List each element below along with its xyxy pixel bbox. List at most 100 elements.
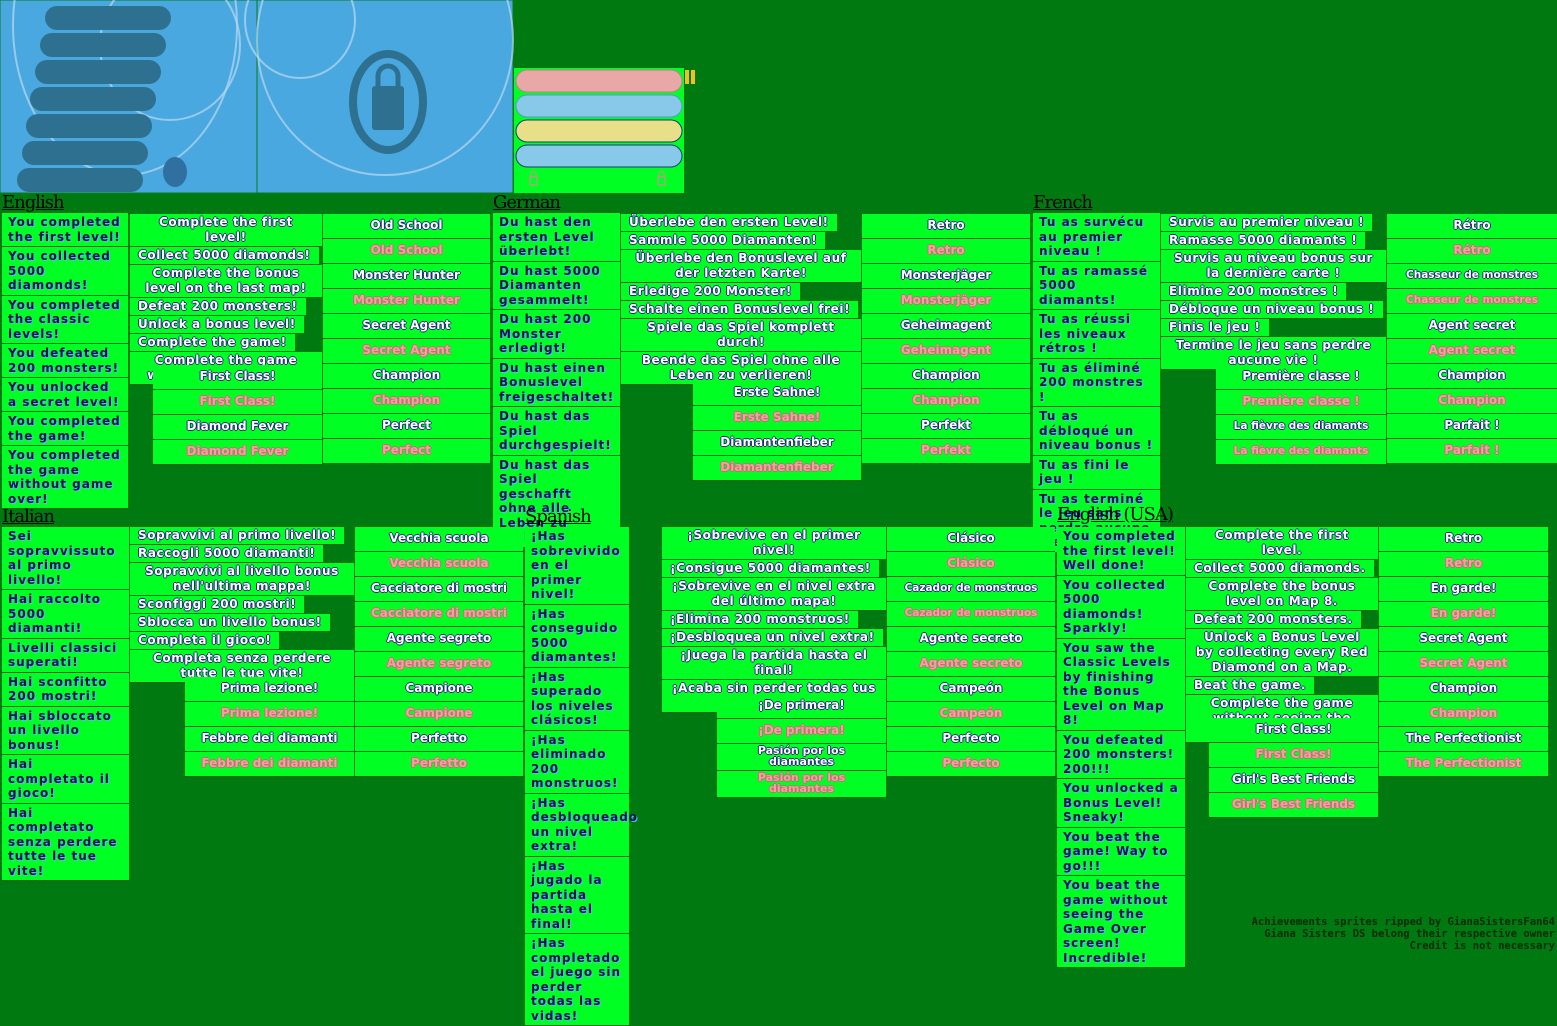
achievement-description: Hai sconfitto 200 mostri!: [2, 672, 129, 707]
achievement-title-unlocked: ¡De primera!: [717, 694, 886, 719]
achievement-task: Beat the game.: [1186, 677, 1315, 695]
achievement-description: You saw the Classic Levels by finishing …: [1057, 638, 1185, 731]
achievement-task: Survis au niveau bonus sur la dernière c…: [1161, 250, 1386, 283]
language-label: English: [2, 192, 65, 213]
title-column-b: Retro Retro Monsterjäger Monsterjäger Geheim…: [862, 214, 1030, 464]
achievement-title-locked: Secret Agent: [323, 339, 490, 364]
achievement-description: You completed the first level!: [2, 213, 128, 247]
achievement-description: Tu as réussi les niveaux rétros !: [1033, 310, 1160, 359]
achievement-task: Überlebe den Bonuslevel auf der letzten …: [621, 250, 861, 283]
achievement-title-unlocked: Agente segreto: [355, 627, 523, 652]
achievement-description: Du hast 200 Monster erledigt!: [493, 310, 620, 359]
top-sprites: [0, 0, 695, 194]
achievement-title-locked: Agent secret: [1387, 339, 1557, 364]
achievement-title-locked: Clásico: [887, 552, 1055, 577]
achievement-title-locked: Old School: [323, 239, 490, 264]
achievement-task: Defeat 200 monsters!: [130, 298, 306, 316]
description-column: Tu as survécu au premier niveau ! Tu as r…: [1033, 213, 1160, 553]
achievement-title-unlocked: Monster Hunter: [323, 264, 490, 289]
achievement-title-locked: Rétro: [1387, 239, 1557, 264]
achievement-title-locked: Parfait !: [1387, 439, 1557, 464]
task-column: Survis au premier niveau ! Ramasse 5000 d…: [1161, 214, 1386, 370]
achievement-title-unlocked: Prima lezione!: [185, 677, 354, 702]
achievement-description: Tu as fini le jeu !: [1033, 455, 1160, 490]
achievement-title-locked: Diamantenfieber: [693, 456, 861, 481]
title-column-b: Old School Old School Monster Hunter Monste…: [323, 214, 490, 464]
achievement-title-locked: Perfecto: [887, 752, 1055, 777]
description-column: You completed the first level! Well done…: [1057, 527, 1185, 968]
achievement-task: Erledige 200 Monster!: [621, 283, 800, 301]
achievement-description: You unlocked a Bonus Level! Sneaky!: [1057, 779, 1185, 828]
achievement-task: ¡Juega la partida hasta el final!: [662, 647, 886, 680]
achievement-title-locked: Erste Sahne!: [693, 406, 861, 431]
achievement-title-unlocked: Erste Sahne!: [693, 381, 861, 406]
achievement-title-locked: Cacciatore di mostri: [355, 602, 523, 627]
language-label: Italian: [2, 506, 55, 527]
achievement-title-unlocked: Geheimagent: [862, 314, 1030, 339]
achievement-description: Livelli classici superati!: [2, 638, 129, 673]
credit-line: Credit is not necessary: [1409, 940, 1555, 952]
achievement-title-unlocked: Febbre dei diamanti: [185, 727, 354, 752]
achievement-title-locked: Cazador de monstruos: [887, 602, 1055, 627]
achievement-title-locked: The Perfectionist: [1379, 752, 1548, 777]
achievement-title-locked: Champion: [1387, 389, 1557, 414]
title-column-a: ¡De primera! ¡De primera! Pasión por los d…: [717, 694, 886, 798]
description-column: Du hast den ersten Level überlebt! Du has…: [493, 213, 620, 548]
achievement-task: Completa il gioco!: [130, 632, 280, 650]
achievement-title-unlocked: Campione: [355, 677, 523, 702]
achievement-title-locked: Vecchia scuola: [355, 552, 523, 577]
title-column-a: Erste Sahne! Erste Sahne! Diamantenfieber D…: [693, 381, 861, 481]
title-column-b: Vecchia scuola Vecchia scuola Cacciatore d…: [355, 527, 523, 777]
task-column: ¡Sobrevive en el primer nivel! ¡Consigue …: [662, 527, 886, 713]
achievement-title-unlocked: Secret Agent: [1379, 627, 1548, 652]
achievement-title-locked: Pasión por los diamantes: [717, 771, 886, 798]
achievement-task: Complete the bonus level on the last map…: [130, 265, 322, 298]
achievement-description: ¡Has jugado la partida hasta el final!: [525, 856, 629, 934]
achievement-bars: [514, 68, 695, 193]
achievement-description: Hai raccolto 5000 diamanti!: [2, 590, 129, 639]
achievement-title-locked: Agente segreto: [355, 652, 523, 677]
achievement-title-unlocked: Retro: [862, 214, 1030, 239]
achievement-title-unlocked: Cacciatore di mostri: [355, 577, 523, 602]
achievement-title-unlocked: Chasseur de monstres: [1387, 264, 1557, 289]
achievement-description: You completed the game without game over…: [2, 446, 128, 509]
achievement-title-unlocked: En garde!: [1379, 577, 1548, 602]
achievement-task: Débloque un niveau bonus !: [1161, 301, 1383, 319]
achievement-title-locked: Geheimagent: [862, 339, 1030, 364]
exclamation-icon: [691, 70, 695, 84]
achievement-title-unlocked: Clásico: [887, 527, 1055, 552]
achievement-description: You completed the classic levels!: [2, 295, 128, 344]
achievement-title-unlocked: The Perfectionist: [1379, 727, 1548, 752]
achievement-description: ¡Has completado el juego sin perder toda…: [525, 934, 629, 1026]
achievement-description: You defeated 200 monsters! 200!!!: [1057, 730, 1185, 779]
achievement-description: ¡Has eliminado 200 monstruos!: [525, 730, 629, 794]
title-column-b: Rétro Rétro Chasseur de monstres Chasseur d…: [1387, 214, 1557, 464]
achievement-task: Unlock a Bonus Level by collecting every…: [1186, 629, 1378, 677]
achievement-title-locked: Agente secreto: [887, 652, 1055, 677]
achievement-title-locked: Monsterjäger: [862, 289, 1030, 314]
achievement-description: Du hast das Spiel durchgespielt!: [493, 407, 620, 456]
achievement-task: ¡Sobrevive en el nivel extra del último …: [662, 578, 886, 611]
language-label: English (USA): [1057, 504, 1174, 525]
achievement-title-unlocked: Agent secret: [1387, 314, 1557, 339]
achievement-title-unlocked: Cazador de monstruos: [887, 577, 1055, 602]
achievement-title-locked: Diamond Fever: [153, 440, 322, 465]
achievement-title-unlocked: La fièvre des diamants: [1216, 415, 1386, 440]
achievement-title-unlocked: Perfetto: [355, 727, 523, 752]
achievement-title-locked: Febbre dei diamanti: [185, 752, 354, 777]
achievement-title-locked: Campeón: [887, 702, 1055, 727]
achievement-task: Spiele das Spiel komplett durch!: [621, 319, 861, 352]
achievement-description: You collected 5000 diamonds!: [2, 247, 128, 296]
achievement-title-locked: Champion: [323, 389, 490, 414]
achievement-title-locked: Monster Hunter: [323, 289, 490, 314]
achievement-title-locked: Perfekt: [862, 439, 1030, 464]
achievement-title-locked: Secret Agent: [1379, 652, 1548, 677]
task-column: Überlebe den ersten Level! Sammle 5000 Di…: [621, 214, 861, 385]
achievement-task: Defeat 200 monsters.: [1186, 611, 1361, 629]
achievement-task: Collect 5000 diamonds!: [130, 247, 319, 265]
achievement-description: You unlocked a secret level!: [2, 378, 128, 412]
achievement-title-locked: Girl's Best Friends: [1209, 793, 1378, 818]
title-column-a: First Class! First Class! Diamond Fever Dia…: [153, 365, 322, 465]
achievement-task: Complete the bonus level on Map 8.: [1186, 578, 1378, 611]
achievement-task: Finis le jeu !: [1161, 319, 1269, 337]
